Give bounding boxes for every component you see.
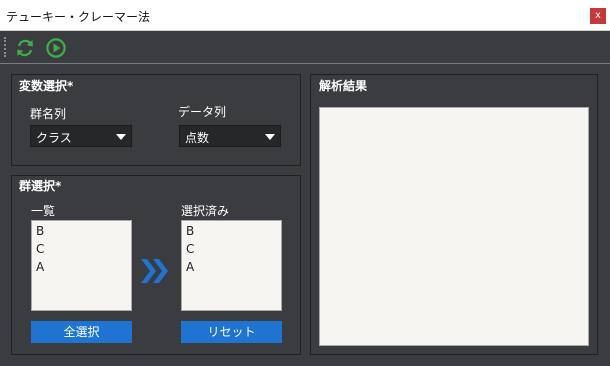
double-chevron-right-icon[interactable] <box>141 257 171 285</box>
chevron-down-icon <box>116 134 126 140</box>
data-column-select[interactable]: 点数 <box>179 125 281 147</box>
group-column-label: 群名列 <box>30 107 67 121</box>
group-panel-title: 群選択* <box>19 179 62 193</box>
toolbar-grip <box>4 37 6 57</box>
chevron-down-icon <box>265 134 275 140</box>
list-item[interactable]: B <box>186 224 194 238</box>
toolbar <box>0 31 610 64</box>
data-column-value: 点数 <box>185 131 210 145</box>
list-item[interactable]: C <box>36 242 44 256</box>
group-list[interactable]: B C A <box>31 220 132 311</box>
close-button[interactable]: x <box>590 8 606 24</box>
data-column-label: データ列 <box>178 105 227 119</box>
list-item[interactable]: C <box>186 242 194 256</box>
list-item[interactable]: B <box>36 224 44 238</box>
play-icon[interactable] <box>45 37 67 59</box>
refresh-icon[interactable] <box>14 37 36 59</box>
list-item[interactable]: A <box>36 260 44 274</box>
result-panel-title: 解析結果 <box>319 79 368 93</box>
title-bar: テューキー・クレーマー法 x <box>0 0 610 31</box>
list-label: 一覧 <box>31 204 56 218</box>
group-column-value: クラス <box>36 131 72 145</box>
variable-panel-title: 変数選択* <box>19 79 74 93</box>
reset-button[interactable]: リセット <box>181 321 282 343</box>
window-title: テューキー・クレーマー法 <box>6 10 151 24</box>
selected-label: 選択済み <box>181 204 230 218</box>
group-column-select[interactable]: クラス <box>30 125 132 147</box>
result-area[interactable] <box>319 107 589 346</box>
select-all-button[interactable]: 全選択 <box>31 321 132 343</box>
list-item[interactable]: A <box>186 260 194 274</box>
selected-list[interactable]: B C A <box>181 220 282 311</box>
